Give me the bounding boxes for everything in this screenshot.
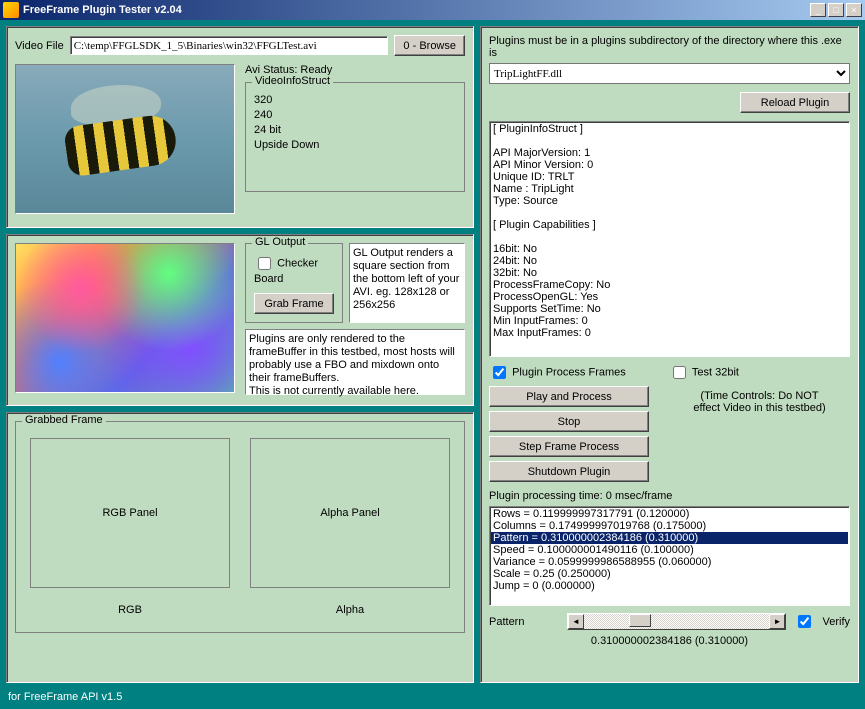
slider-right-icon[interactable]: ► xyxy=(769,614,785,629)
gl-output-group-title: GL Output xyxy=(252,236,308,248)
rgb-label: RGB xyxy=(30,604,230,616)
test-32bit-label: Test 32bit xyxy=(692,366,739,378)
titlebar: FreeFrame Plugin Tester v2.04 _ □ × xyxy=(0,0,865,20)
time-controls-note1: (Time Controls: Do NOT xyxy=(669,390,850,402)
param-row[interactable]: Scale = 0.25 (0.250000) xyxy=(491,568,848,580)
app-icon xyxy=(3,2,19,18)
processing-time-label: Plugin processing time: 0 msec/frame xyxy=(489,490,850,502)
param-row[interactable]: Jump = 0 (0.000000) xyxy=(491,580,848,592)
rgb-panel: RGB Panel xyxy=(30,438,230,588)
param-row[interactable]: Columns = 0.174999997019768 (0.175000) xyxy=(491,520,848,532)
plugins-hint: Plugins must be in a plugins subdirector… xyxy=(489,35,850,59)
param-row[interactable]: Speed = 0.100000001490116 (0.100000) xyxy=(491,544,848,556)
time-controls-note2: effect Video in this testbed) xyxy=(669,402,850,414)
verify-checkbox[interactable] xyxy=(798,615,811,628)
current-param-name: Pattern xyxy=(489,616,559,628)
browse-button[interactable]: 0 - Browse xyxy=(394,35,465,56)
param-listbox[interactable]: Rows = 0.119999997317791 (0.120000)Colum… xyxy=(489,506,850,606)
video-info-group-title: VideoInfoStruct xyxy=(252,75,333,87)
close-button[interactable]: × xyxy=(846,3,862,17)
plugin-process-frames-label: Plugin Process Frames xyxy=(512,366,626,378)
step-frame-button[interactable]: Step Frame Process xyxy=(489,436,649,457)
grabbed-frame-group-title: Grabbed Frame xyxy=(22,414,106,426)
video-panel: Video File 0 - Browse Avi Status: Ready … xyxy=(6,26,474,228)
footer-label: for FreeFrame API v1.5 xyxy=(0,689,865,709)
shutdown-plugin-button[interactable]: Shutdown Plugin xyxy=(489,461,649,482)
slider-left-icon[interactable]: ◄ xyxy=(568,614,584,629)
current-param-value: 0.310000002384186 (0.310000) xyxy=(489,635,850,647)
gl-output-panel: GL Output Checker Board Grab Frame GL Ou… xyxy=(6,234,474,406)
alpha-label: Alpha xyxy=(250,604,450,616)
maximize-button[interactable]: □ xyxy=(828,3,844,17)
param-row[interactable]: Variance = 0.0599999986588955 (0.060000) xyxy=(491,556,848,568)
verify-label: Verify xyxy=(822,616,850,628)
plugin-info-listbox[interactable]: [ PluginInfoStruct ] API MajorVersion: 1… xyxy=(489,121,850,357)
play-process-button[interactable]: Play and Process xyxy=(489,386,649,407)
video-file-path[interactable] xyxy=(70,36,389,55)
plugin-select[interactable]: TripLightFF.dll xyxy=(489,63,850,84)
param-row[interactable]: Pattern = 0.310000002384186 (0.310000) xyxy=(491,532,848,544)
test-32bit-checkbox[interactable] xyxy=(673,366,686,379)
video-info-lines: 32024024 bitUpside Down xyxy=(254,93,456,153)
param-slider[interactable]: ◄ ► xyxy=(567,613,786,630)
plugins-panel: Plugins must be in a plugins subdirector… xyxy=(480,26,859,683)
gl-output-tip: GL Output renders a square section from … xyxy=(349,243,465,323)
alpha-panel-label: Alpha Panel xyxy=(320,507,379,519)
grab-frame-button[interactable]: Grab Frame xyxy=(254,293,334,314)
video-preview xyxy=(15,64,235,214)
video-file-label: Video File xyxy=(15,40,64,52)
alpha-panel: Alpha Panel xyxy=(250,438,450,588)
rgb-panel-label: RGB Panel xyxy=(102,507,157,519)
reload-plugin-button[interactable]: Reload Plugin xyxy=(740,92,850,113)
window-title: FreeFrame Plugin Tester v2.04 xyxy=(23,4,808,16)
stop-button[interactable]: Stop xyxy=(489,411,649,432)
gl-output-note: Plugins are only rendered to the frameBu… xyxy=(245,329,465,395)
param-row[interactable]: Rows = 0.119999997317791 (0.120000) xyxy=(491,508,848,520)
checker-board-checkbox[interactable] xyxy=(258,257,271,270)
minimize-button[interactable]: _ xyxy=(810,3,826,17)
gl-output-preview xyxy=(15,243,235,393)
grabbed-frame-panel: Grabbed Frame RGB Panel RGB Alpha Panel … xyxy=(6,412,474,683)
plugin-process-frames-checkbox[interactable] xyxy=(493,366,506,379)
